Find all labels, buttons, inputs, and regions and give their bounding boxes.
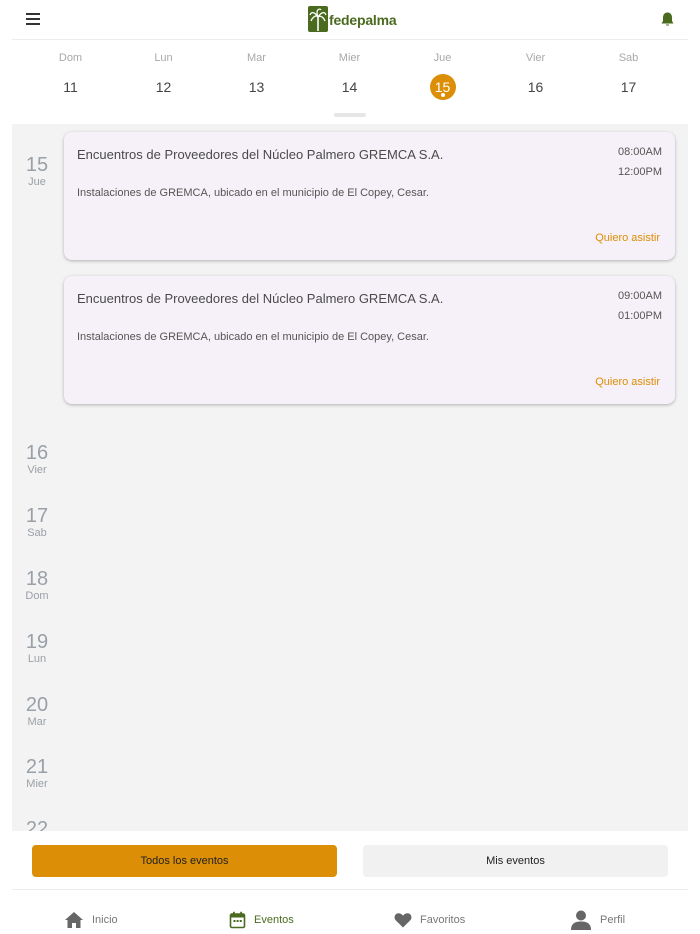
user-icon: [571, 910, 591, 930]
day-number: 12: [155, 79, 172, 95]
agenda-date: 22: [12, 818, 62, 831]
day-thursday[interactable]: Jue 15: [396, 50, 489, 100]
selected-day-number: 15: [429, 74, 456, 100]
menu-icon[interactable]: [26, 13, 40, 25]
agenda-date-number: 18: [25, 568, 49, 590]
event-title: Encuentros de Proveedores del Núcleo Pal…: [77, 291, 444, 306]
day-monday[interactable]: Lun 12: [117, 50, 210, 100]
nav-home[interactable]: Inicio: [64, 910, 118, 930]
nav-label: Inicio: [92, 914, 118, 926]
agenda-date-number: 17: [25, 505, 49, 527]
day-number: 17: [620, 79, 637, 95]
heart-icon: [394, 913, 412, 928]
brand-name: fedepalma: [329, 12, 397, 28]
nav-divider: [12, 889, 688, 890]
event-end-time: 12:00PM: [617, 166, 662, 178]
agenda-date-day: Jue: [28, 176, 46, 188]
event-title: Encuentros de Proveedores del Núcleo Pal…: [77, 147, 444, 162]
day-saturday[interactable]: Sab 17: [582, 50, 675, 100]
day-number: 16: [527, 79, 544, 95]
header-divider: [12, 39, 688, 40]
agenda-date: 19 Lun: [12, 631, 62, 665]
agenda-list[interactable]: 15 Jue Encuentros de Proveedores del Núc…: [12, 124, 688, 831]
agenda-date: 17 Sab: [12, 505, 62, 539]
nav-profile[interactable]: Perfil: [570, 910, 625, 930]
agenda-date-number: 21: [25, 756, 49, 778]
agenda-date-number: 22: [25, 818, 49, 831]
brand-logo: fedepalma: [307, 3, 397, 33]
palm-logo-icon: [308, 6, 328, 32]
agenda-date-day: Lun: [27, 653, 47, 665]
day-name: Mar: [247, 52, 266, 64]
agenda-date: 16 Vier: [12, 442, 62, 476]
day-number: 13: [248, 79, 265, 95]
home-icon: [65, 912, 83, 928]
agenda-date-day: Dom: [25, 590, 49, 602]
nav-events[interactable]: Eventos: [229, 910, 294, 930]
nav-label: Eventos: [254, 914, 294, 926]
day-name: Lun: [154, 52, 173, 64]
agenda-date: 20 Mar: [12, 694, 62, 728]
day-name: Jue: [433, 52, 452, 64]
agenda-date-day: Mar: [27, 716, 47, 728]
agenda-date-day: Mier: [26, 778, 48, 790]
nav-favorites[interactable]: Favoritos: [394, 910, 465, 930]
agenda-date-day: Sab: [27, 527, 47, 539]
event-start-time: 09:00AM: [617, 290, 662, 302]
nav-label: Favoritos: [420, 914, 466, 926]
week-strip: Dom 11 Lun 12 Mar 13 Mier 14 Jue 15 Vier…: [24, 50, 676, 110]
attend-button[interactable]: Quiero asistir: [595, 232, 660, 244]
calendar-icon: [229, 911, 246, 929]
agenda-date-day: Vier: [27, 464, 47, 476]
event-location: Instalaciones de GREMCA, ubicado en el m…: [77, 331, 429, 343]
day-name: Mier: [338, 52, 361, 64]
my-events-button[interactable]: Mis eventos: [363, 845, 668, 877]
app-header: fedepalma: [0, 0, 700, 40]
agenda-date-number: 19: [25, 631, 49, 653]
agenda-date-number: 15: [25, 154, 49, 176]
event-start-time: 08:00AM: [617, 146, 662, 158]
event-end-time: 01:00PM: [617, 310, 662, 322]
agenda-date: 21 Mier: [12, 756, 62, 790]
calendar-drag-handle[interactable]: [334, 113, 366, 117]
day-sunday[interactable]: Dom 11: [24, 50, 117, 100]
day-name: Vier: [525, 52, 546, 64]
all-events-button[interactable]: Todos los eventos: [32, 845, 337, 877]
day-friday[interactable]: Vier 16: [489, 50, 582, 100]
event-card[interactable]: Encuentros de Proveedores del Núcleo Pal…: [64, 276, 675, 404]
day-tuesday[interactable]: Mar 13: [210, 50, 303, 100]
day-number: 14: [341, 79, 358, 95]
nav-label: Perfil: [600, 914, 626, 926]
agenda-date-number: 20: [25, 694, 49, 716]
event-card[interactable]: Encuentros de Proveedores del Núcleo Pal…: [64, 132, 675, 260]
event-location: Instalaciones de GREMCA, ubicado en el m…: [77, 187, 429, 199]
agenda-date: 15 Jue: [12, 154, 62, 188]
day-wednesday[interactable]: Mier 14: [303, 50, 396, 100]
agenda-date-number: 16: [25, 442, 49, 464]
day-name: Sab: [618, 52, 639, 64]
bell-icon[interactable]: [659, 11, 676, 28]
day-number: 11: [63, 79, 78, 95]
attend-button[interactable]: Quiero asistir: [595, 376, 660, 388]
bottom-nav: Inicio Eventos Favoritos Perfil: [0, 892, 700, 934]
agenda-date: 18 Dom: [12, 568, 62, 602]
day-name: Dom: [58, 52, 83, 64]
